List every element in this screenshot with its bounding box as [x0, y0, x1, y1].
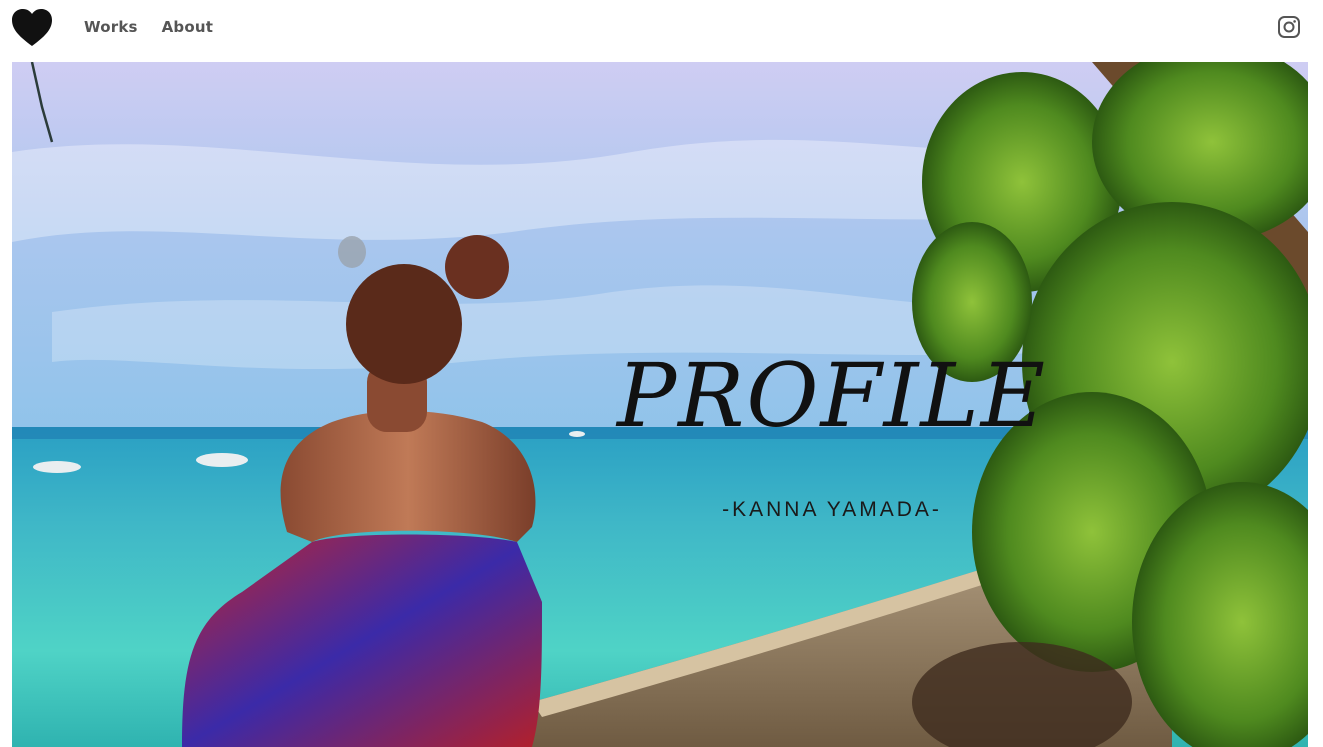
- main-nav: Works About: [84, 18, 213, 36]
- top-navigation-bar: Works About: [0, 0, 1323, 62]
- nav-link-works[interactable]: Works: [84, 18, 138, 36]
- nav-link-about[interactable]: About: [162, 18, 214, 36]
- instagram-icon[interactable]: [1277, 15, 1301, 39]
- hero-subtitle: -KANNA YAMADA-: [722, 498, 942, 521]
- hero-banner: PROFILE -KANNA YAMADA-: [12, 62, 1308, 747]
- heart-icon[interactable]: [10, 8, 54, 48]
- hero-title: PROFILE: [616, 344, 1048, 447]
